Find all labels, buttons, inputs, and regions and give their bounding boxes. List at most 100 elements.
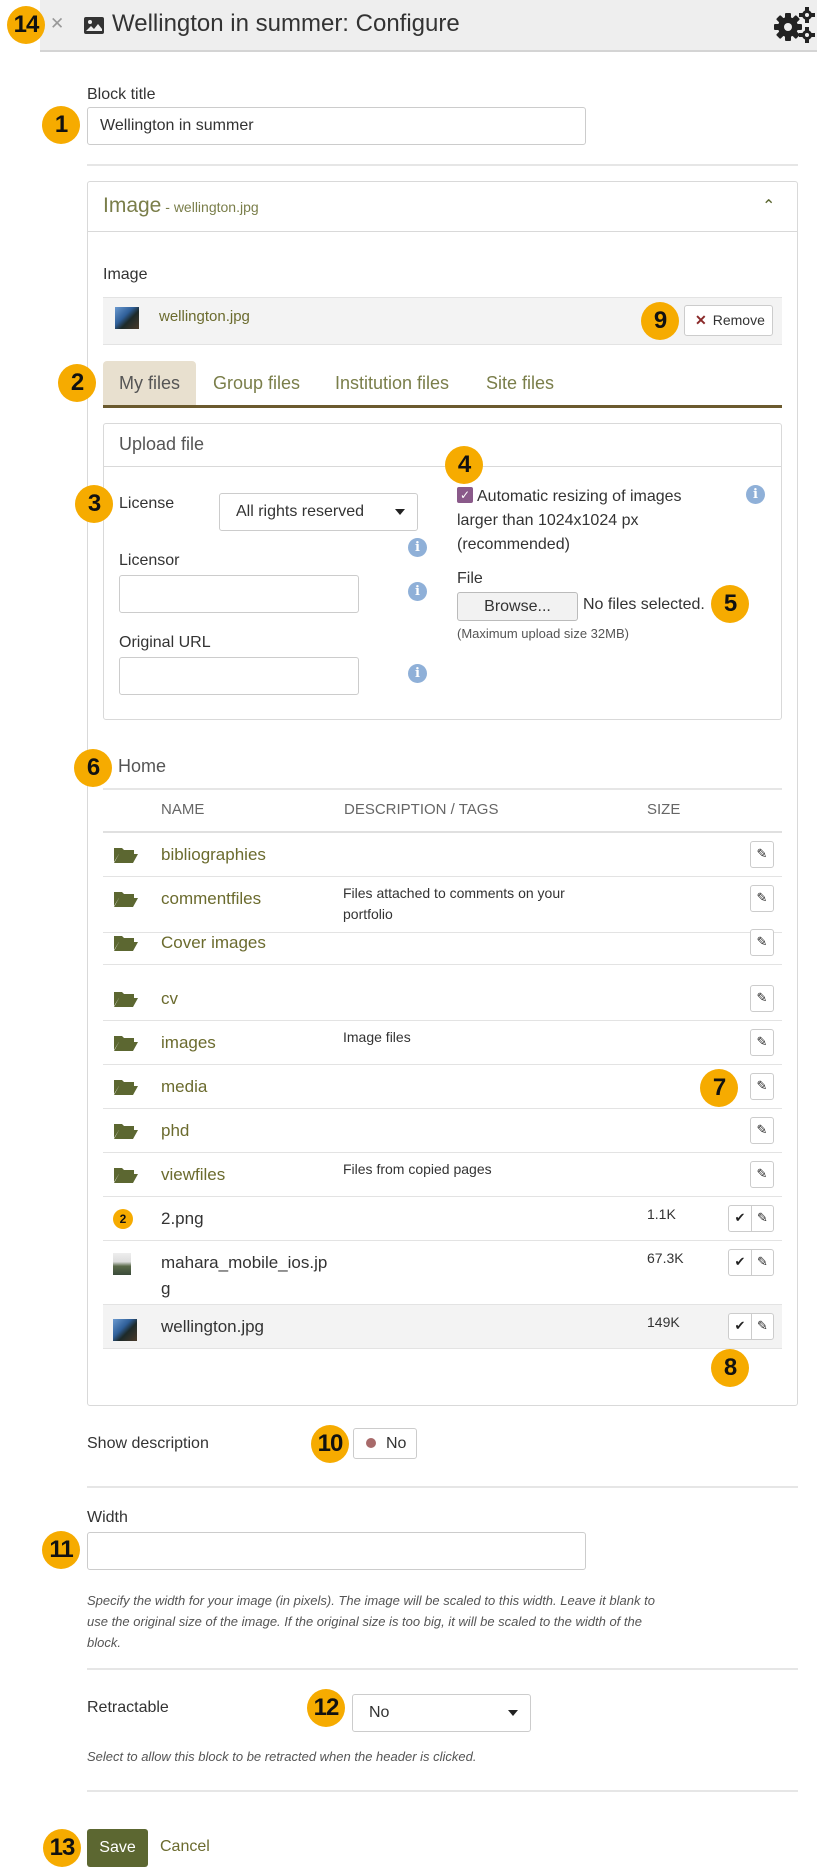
block-title-label: Block title xyxy=(87,86,156,103)
selected-image-link[interactable]: wellington.jpg xyxy=(159,308,250,325)
column-header-size[interactable]: SIZE xyxy=(647,801,680,818)
resize-checkbox[interactable]: ✓ xyxy=(457,487,473,503)
edit-pencil-icon[interactable]: ✎ xyxy=(751,930,773,955)
callout-1: 1 xyxy=(42,106,80,144)
file-name[interactable]: wellington.jpg xyxy=(161,1314,331,1340)
select-check-icon[interactable]: ✔ xyxy=(729,1250,751,1275)
info-icon[interactable]: i xyxy=(408,538,427,557)
edit-pencil-icon[interactable]: ✎ xyxy=(751,1074,773,1099)
tab-my-files[interactable]: My files xyxy=(103,361,197,405)
folder-row[interactable]: Cover images ✎ xyxy=(103,921,782,965)
retractable-select[interactable]: No xyxy=(352,1694,531,1732)
callout-10: 10 xyxy=(311,1425,349,1463)
edit-pencil-icon[interactable]: ✎ xyxy=(751,1162,773,1187)
license-label: License xyxy=(119,495,175,512)
file-thumbnail xyxy=(113,1319,137,1341)
row-actions: ✔ ✎ xyxy=(728,1249,774,1276)
callout-7: 7 xyxy=(700,1069,738,1107)
image-label: Image xyxy=(103,266,148,283)
column-header-name[interactable]: NAME xyxy=(161,801,204,818)
gears-icon[interactable] xyxy=(773,6,815,44)
file-name[interactable]: cv xyxy=(161,986,331,1012)
remove-icon: ✕ xyxy=(695,312,707,328)
callout-6: 6 xyxy=(74,749,112,787)
edit-pencil-icon[interactable]: ✎ xyxy=(751,1118,773,1143)
callout-8: 8 xyxy=(711,1349,749,1387)
divider xyxy=(103,788,782,790)
file-name[interactable]: 2.png xyxy=(161,1206,331,1232)
file-thumbnail: 2 xyxy=(113,1209,133,1229)
folder-open-icon xyxy=(114,1168,138,1183)
folder-breadcrumb-home[interactable]: Home xyxy=(118,756,166,777)
divider xyxy=(87,1486,798,1488)
file-name[interactable]: bibliographies xyxy=(161,842,331,868)
browse-button[interactable]: Browse... xyxy=(457,592,578,621)
info-icon[interactable]: i xyxy=(408,582,427,601)
resize-label: Automatic resizing of images larger than… xyxy=(457,488,682,553)
tab-institution-files[interactable]: Institution files xyxy=(335,361,449,405)
edit-pencil-icon[interactable]: ✎ xyxy=(751,986,773,1011)
divider xyxy=(87,164,798,166)
remove-button[interactable]: ✕ Remove xyxy=(684,305,773,336)
original-url-input[interactable] xyxy=(119,657,359,695)
width-input[interactable] xyxy=(87,1532,586,1570)
folder-row[interactable]: media ✎ xyxy=(103,1065,782,1109)
license-select[interactable]: All rights reserved xyxy=(219,493,418,531)
folder-row[interactable]: viewfiles Files from copied pages ✎ xyxy=(103,1153,782,1197)
caret-down-icon xyxy=(395,509,405,515)
edit-pencil-icon[interactable]: ✎ xyxy=(751,1030,773,1055)
callout-12: 12 xyxy=(307,1689,345,1727)
row-actions: ✔ ✎ xyxy=(728,1205,774,1232)
close-icon[interactable]: ✕ xyxy=(50,14,64,34)
show-description-toggle[interactable]: No xyxy=(353,1428,417,1459)
remove-label: Remove xyxy=(712,312,765,328)
tab-group-files[interactable]: Group files xyxy=(213,361,300,405)
file-name[interactable]: commentfiles xyxy=(161,886,331,912)
image-panel-title-text: Image xyxy=(103,194,162,217)
row-actions: ✎ xyxy=(750,1117,774,1144)
file-name[interactable]: Cover images xyxy=(161,930,331,956)
file-size: 149K xyxy=(647,1314,680,1330)
edit-pencil-icon[interactable]: ✎ xyxy=(751,1314,773,1339)
file-name[interactable]: media xyxy=(161,1074,331,1100)
block-title-input[interactable] xyxy=(87,107,586,145)
edit-pencil-icon[interactable]: ✎ xyxy=(751,842,773,867)
file-row[interactable]: 2 2.png 1.1K ✔ ✎ xyxy=(103,1197,782,1241)
file-name[interactable]: phd xyxy=(161,1118,331,1144)
file-thumbnail xyxy=(113,1253,131,1275)
folder-row[interactable]: images Image files ✎ xyxy=(103,1021,782,1065)
info-icon[interactable]: i xyxy=(408,664,427,683)
row-actions: ✎ xyxy=(750,1073,774,1100)
file-description: Files attached to comments on your portf… xyxy=(343,885,565,922)
save-button[interactable]: Save xyxy=(87,1829,148,1867)
row-actions: ✎ xyxy=(750,929,774,956)
info-icon[interactable]: i xyxy=(746,485,765,504)
file-size: 1.1K xyxy=(647,1206,676,1222)
toggle-dot-icon xyxy=(366,1438,376,1448)
callout-9: 9 xyxy=(641,302,679,340)
edit-pencil-icon[interactable]: ✎ xyxy=(751,1206,773,1231)
file-description: Files from copied pages xyxy=(343,1161,492,1177)
file-size: 67.3K xyxy=(647,1250,684,1266)
original-url-label: Original URL xyxy=(119,634,211,651)
folder-row[interactable]: bibliographies ✎ xyxy=(103,833,782,877)
folder-row[interactable]: cv ✎ xyxy=(103,977,782,1021)
cancel-link[interactable]: Cancel xyxy=(160,1838,210,1856)
file-name[interactable]: viewfiles xyxy=(161,1162,331,1188)
row-actions: ✔ ✎ xyxy=(728,1313,774,1340)
file-name[interactable]: images xyxy=(161,1030,331,1056)
tab-site-files[interactable]: Site files xyxy=(486,361,554,405)
edit-pencil-icon[interactable]: ✎ xyxy=(751,1250,773,1275)
chevron-up-icon[interactable]: ⌃ xyxy=(762,196,775,215)
licensor-input[interactable] xyxy=(119,575,359,613)
folder-row[interactable]: phd ✎ xyxy=(103,1109,782,1153)
file-row[interactable]: mahara_mobile_ios.jpg 67.3K ✔ ✎ xyxy=(103,1241,782,1305)
file-name[interactable]: mahara_mobile_ios.jpg xyxy=(161,1250,331,1302)
select-check-icon[interactable]: ✔ xyxy=(729,1314,751,1339)
select-check-icon[interactable]: ✔ xyxy=(729,1206,751,1231)
callout-13: 13 xyxy=(43,1829,81,1867)
folder-open-icon xyxy=(114,992,138,1007)
licensor-label: Licensor xyxy=(119,552,180,569)
edit-pencil-icon[interactable]: ✎ xyxy=(751,886,773,911)
file-row[interactable]: wellington.jpg 149K ✔ ✎ xyxy=(103,1305,782,1349)
